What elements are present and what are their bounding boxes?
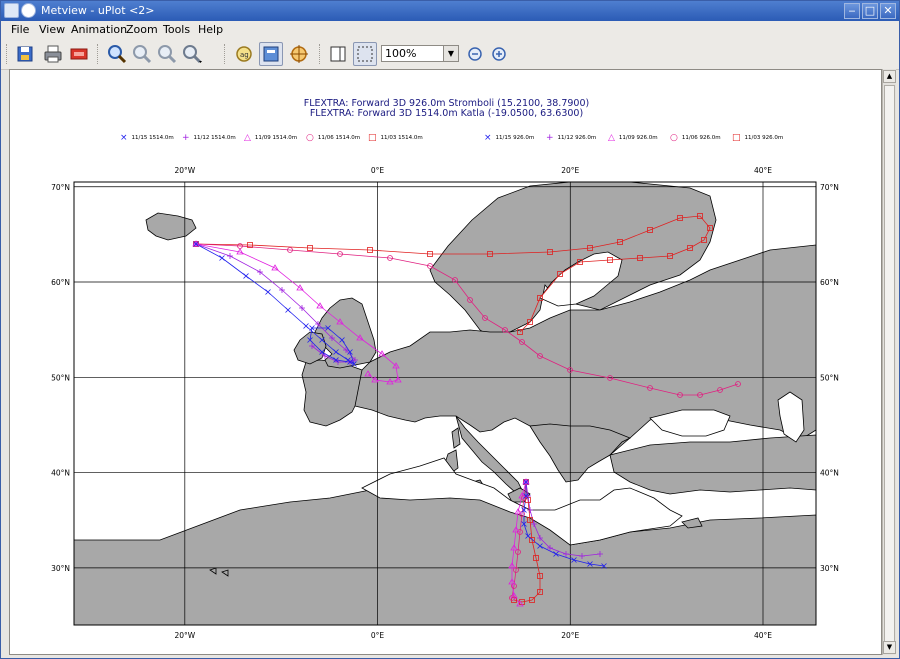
zoom-out-icon[interactable] bbox=[155, 42, 179, 66]
menu-tools[interactable]: Tools bbox=[163, 23, 190, 36]
maximize-button[interactable]: □ bbox=[862, 3, 878, 19]
zoom-area-icon[interactable] bbox=[180, 42, 204, 66]
lat-label-right: 40°N bbox=[820, 469, 839, 478]
svg-text:ag: ag bbox=[240, 51, 249, 59]
zoom-out-icon[interactable] bbox=[463, 42, 487, 66]
scroll-up-icon[interactable]: ▲ bbox=[883, 70, 896, 83]
lon-label-bottom: 20°E bbox=[561, 631, 579, 640]
lon-label-top: 0°E bbox=[371, 166, 385, 175]
lon-label-top: 20°E bbox=[561, 166, 579, 175]
lat-label-left: 60°N bbox=[51, 278, 70, 287]
lon-label-bottom: 0°E bbox=[371, 631, 385, 640]
zoom-level-value: 100% bbox=[385, 47, 417, 60]
map-plot[interactable]: 20°W 20°W 0°E 0°E 20°E 20°E 40°E 40°E 70°N 70°N 60… bbox=[10, 70, 881, 654]
menu-bar: File View Animation Zoom Tools Help bbox=[1, 21, 899, 39]
lon-label-top: 20°W bbox=[174, 166, 195, 175]
lon-label-bottom: 40°E bbox=[754, 631, 772, 640]
vertical-scrollbar[interactable]: ▲ ▼ bbox=[882, 69, 896, 655]
lat-label-left: 40°N bbox=[51, 469, 70, 478]
layout-icon[interactable] bbox=[259, 42, 283, 66]
menu-file[interactable]: File bbox=[11, 23, 29, 36]
toolbar-separator bbox=[224, 44, 227, 64]
menu-view[interactable]: View bbox=[39, 23, 65, 36]
title-bar: Metview - uPlot <2> ‒ □ ✕ bbox=[1, 1, 899, 21]
toolbar-grip bbox=[6, 44, 9, 64]
lat-label-right: 50°N bbox=[820, 373, 839, 382]
zoom-in-icon[interactable] bbox=[130, 42, 154, 66]
lat-label-left: 30°N bbox=[51, 564, 70, 573]
close-button[interactable]: ✕ bbox=[880, 3, 896, 19]
sidebar-icon[interactable] bbox=[326, 42, 350, 66]
print-icon[interactable] bbox=[41, 42, 65, 66]
lon-label-top: 40°E bbox=[754, 166, 772, 175]
save-icon[interactable] bbox=[13, 42, 37, 66]
lon-label-bottom: 20°W bbox=[174, 631, 195, 640]
app-window: Metview - uPlot <2> ‒ □ ✕ File View Anim… bbox=[0, 0, 900, 659]
zoom-in-icon[interactable] bbox=[487, 42, 511, 66]
cursor-data-icon[interactable] bbox=[287, 42, 311, 66]
lat-label-right: 60°N bbox=[820, 278, 839, 287]
zoom-level-select[interactable]: 100% ▼ bbox=[381, 45, 459, 62]
menu-help[interactable]: Help bbox=[198, 23, 223, 36]
app-logo-icon bbox=[21, 3, 36, 18]
export-icon[interactable] bbox=[67, 42, 91, 66]
scrollbar-thumb[interactable] bbox=[884, 85, 895, 645]
chevron-down-icon[interactable]: ▼ bbox=[443, 46, 458, 61]
lat-label-left: 50°N bbox=[51, 373, 70, 382]
magnify-icon[interactable]: ag bbox=[232, 42, 256, 66]
lat-label-right: 30°N bbox=[820, 564, 839, 573]
window-title: Metview - uPlot <2> bbox=[41, 4, 155, 17]
frame-icon[interactable] bbox=[353, 42, 377, 66]
lat-label-left: 70°N bbox=[51, 183, 70, 192]
menu-zoom[interactable]: Zoom bbox=[126, 23, 158, 36]
plot-canvas[interactable]: FLEXTRA: Forward 3D 926.0m Stromboli (15… bbox=[9, 69, 882, 655]
toolbar-separator bbox=[97, 44, 100, 64]
window-menu-icon[interactable] bbox=[4, 3, 19, 18]
lat-label-right: 70°N bbox=[820, 183, 839, 192]
menu-animation[interactable]: Animation bbox=[71, 23, 127, 36]
zoom-icon[interactable] bbox=[105, 42, 129, 66]
scroll-down-icon[interactable]: ▼ bbox=[883, 641, 896, 654]
toolbar-separator bbox=[319, 44, 322, 64]
minimize-button[interactable]: ‒ bbox=[844, 3, 860, 19]
